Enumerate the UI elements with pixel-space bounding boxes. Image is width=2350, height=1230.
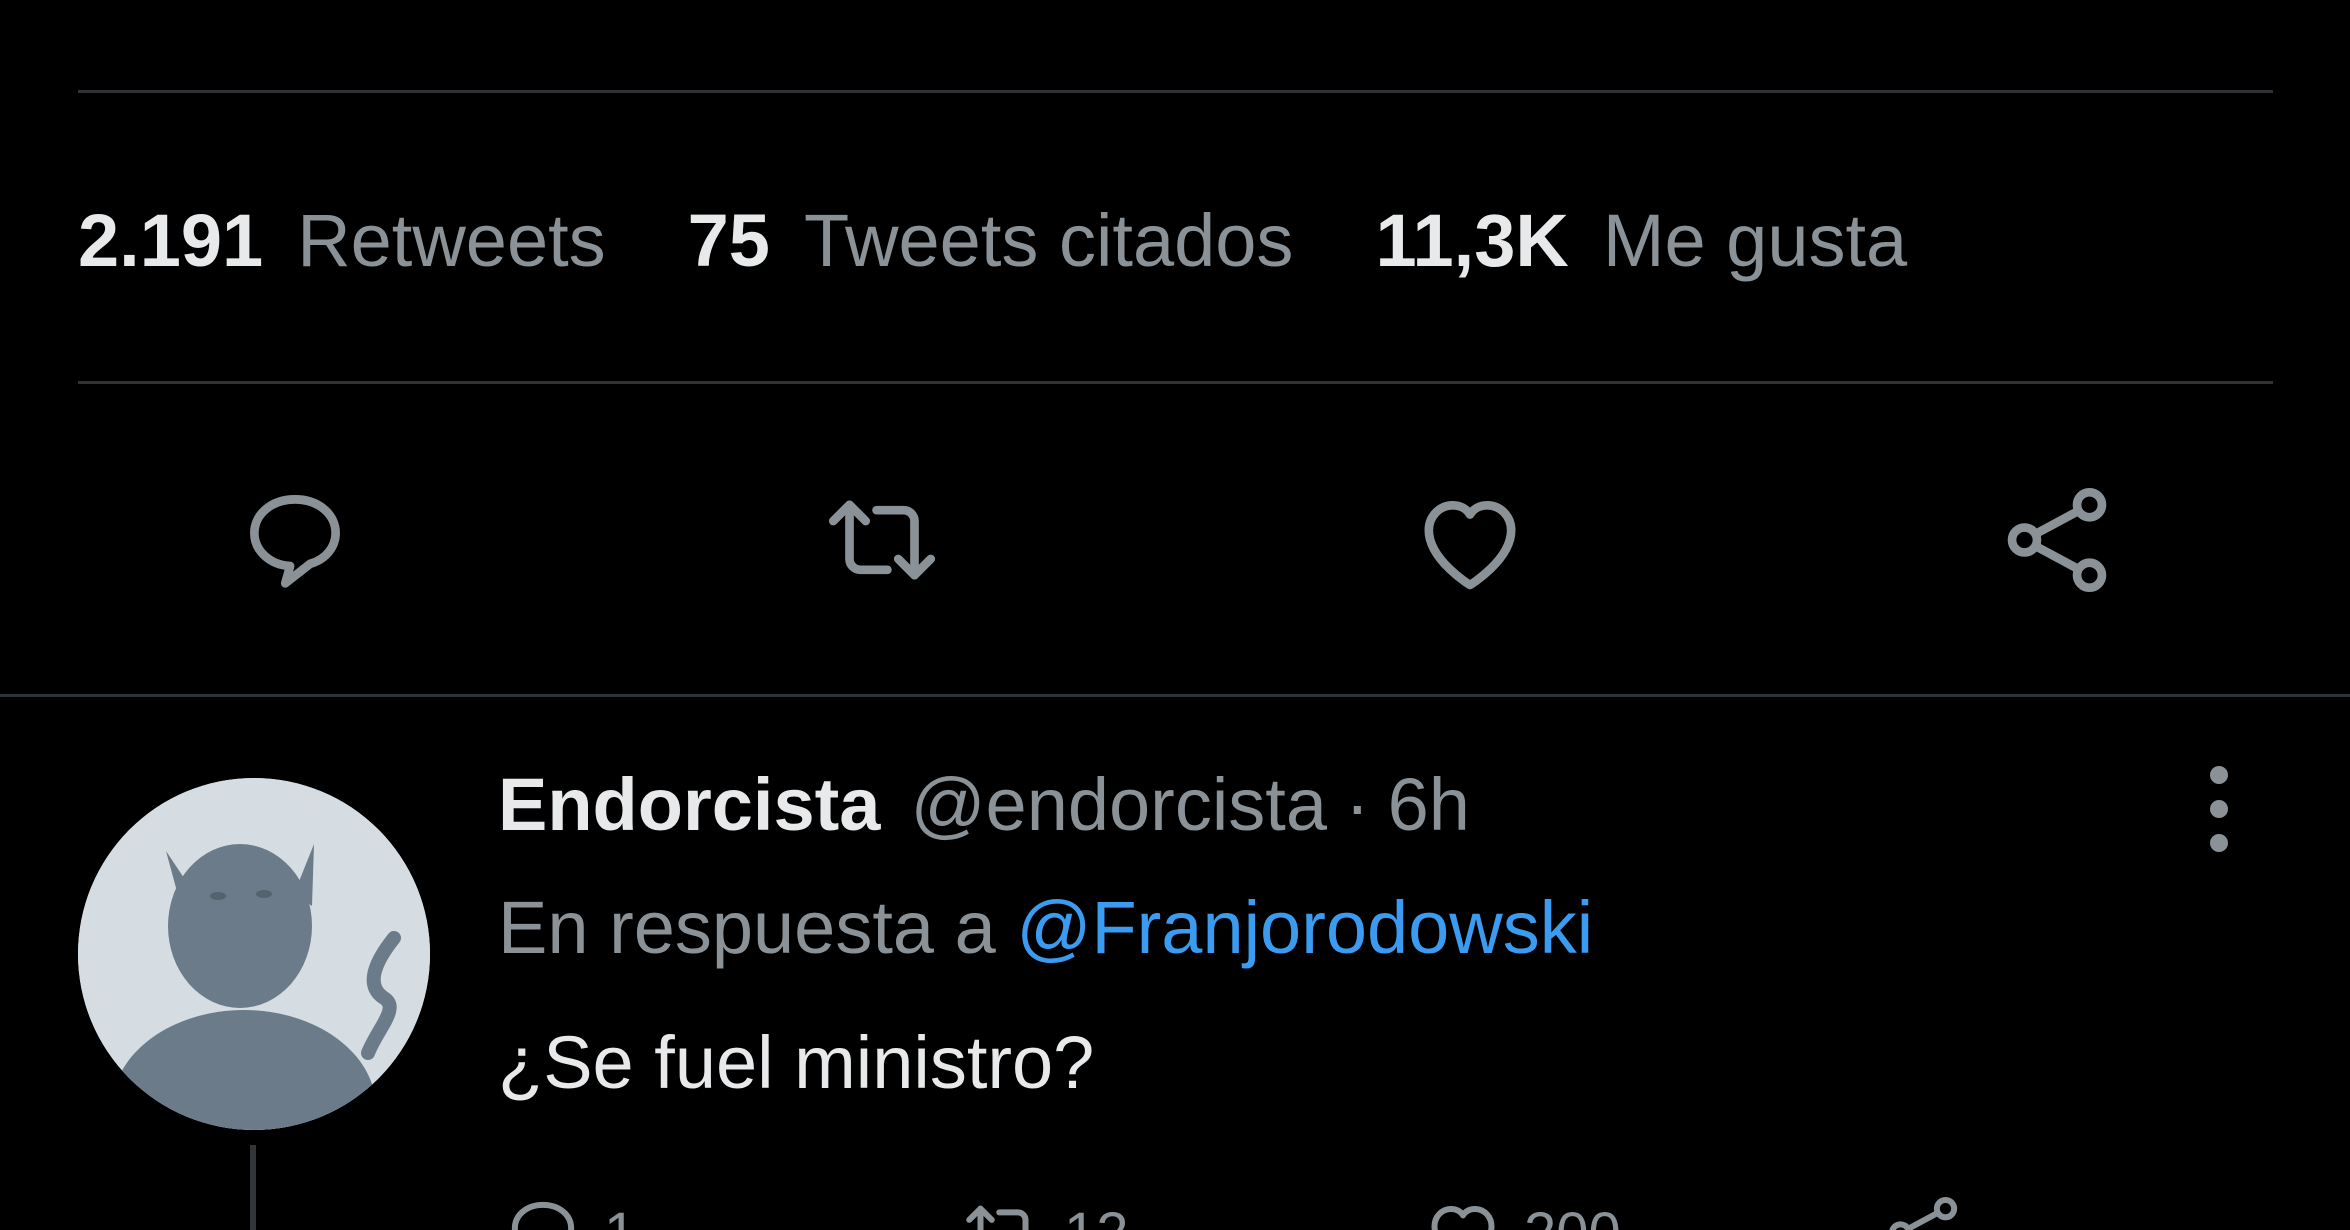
- reply-action-bar: 1 12 200: [498, 1188, 2198, 1230]
- divider: [78, 381, 2273, 384]
- likes-stat[interactable]: 11,3K Me gusta: [1375, 198, 1907, 283]
- quote-tweets-stat[interactable]: 75 Tweets citados: [688, 198, 1294, 283]
- avatar-image: [78, 778, 430, 1130]
- reply-header: Endorcista @endorcista · 6h: [498, 762, 1470, 847]
- reply-context: En respuesta a @Franjorodowski: [498, 885, 1593, 970]
- reply-mention-link[interactable]: @Franjorodowski: [1016, 886, 1593, 969]
- user-handle[interactable]: @endorcista: [910, 762, 1327, 847]
- share-icon: [2007, 488, 2107, 593]
- share-button[interactable]: [1987, 470, 2127, 610]
- quote-tweets-count: 75: [687, 198, 770, 282]
- retweet-icon: [966, 1205, 1029, 1230]
- reply-retweet-button[interactable]: 12: [958, 1188, 1129, 1230]
- reply-prefix: En respuesta a: [498, 886, 996, 969]
- reply-like-button[interactable]: 200: [1418, 1188, 1621, 1230]
- like-button[interactable]: [1400, 470, 1540, 610]
- reply-icon: [250, 495, 340, 588]
- divider: [0, 694, 2350, 697]
- thread-line: [250, 1145, 256, 1230]
- heart-icon: [1431, 1206, 1495, 1230]
- tweet-text-clipped: [80, 0, 1680, 14]
- retweet-button[interactable]: [812, 470, 952, 610]
- retweet-count: 12: [1064, 1200, 1129, 1230]
- retweet-icon: [828, 500, 936, 580]
- likes-count: 11,3K: [1375, 198, 1569, 282]
- divider: [78, 90, 2273, 93]
- separator-dot: ·: [1344, 763, 1370, 846]
- heart-icon: [1424, 501, 1516, 590]
- like-count: 200: [1524, 1200, 1621, 1230]
- retweets-label: Retweets: [297, 198, 606, 282]
- reply-share-button[interactable]: [1878, 1188, 1968, 1230]
- reply-button[interactable]: [225, 470, 365, 610]
- avatar[interactable]: [78, 778, 430, 1130]
- tweet-stats: 2.191 Retweets 75 Tweets citados 11,3K M…: [78, 190, 1989, 290]
- retweets-stat[interactable]: 2.191 Retweets: [78, 198, 606, 283]
- reply-icon: [511, 1201, 575, 1230]
- quote-tweets-label: Tweets citados: [803, 198, 1294, 282]
- reply-count: 1: [604, 1200, 636, 1230]
- likes-label: Me gusta: [1602, 198, 1908, 282]
- reply-tweet[interactable]: Endorcista @endorcista · 6h En respuesta…: [0, 700, 2350, 1230]
- tweet-action-bar: [0, 470, 2350, 610]
- share-icon: [1889, 1197, 1958, 1230]
- tweet-detail-view: 2.191 Retweets 75 Tweets citados 11,3K M…: [0, 0, 2350, 1230]
- more-options-button[interactable]: [2190, 760, 2250, 860]
- reply-reply-button[interactable]: 1: [498, 1188, 636, 1230]
- retweets-count: 2.191: [78, 198, 264, 282]
- reply-text: ¿Se fuel ministro?: [498, 1021, 1095, 1104]
- display-name[interactable]: Endorcista: [498, 762, 880, 847]
- timestamp[interactable]: 6h: [1388, 762, 1470, 847]
